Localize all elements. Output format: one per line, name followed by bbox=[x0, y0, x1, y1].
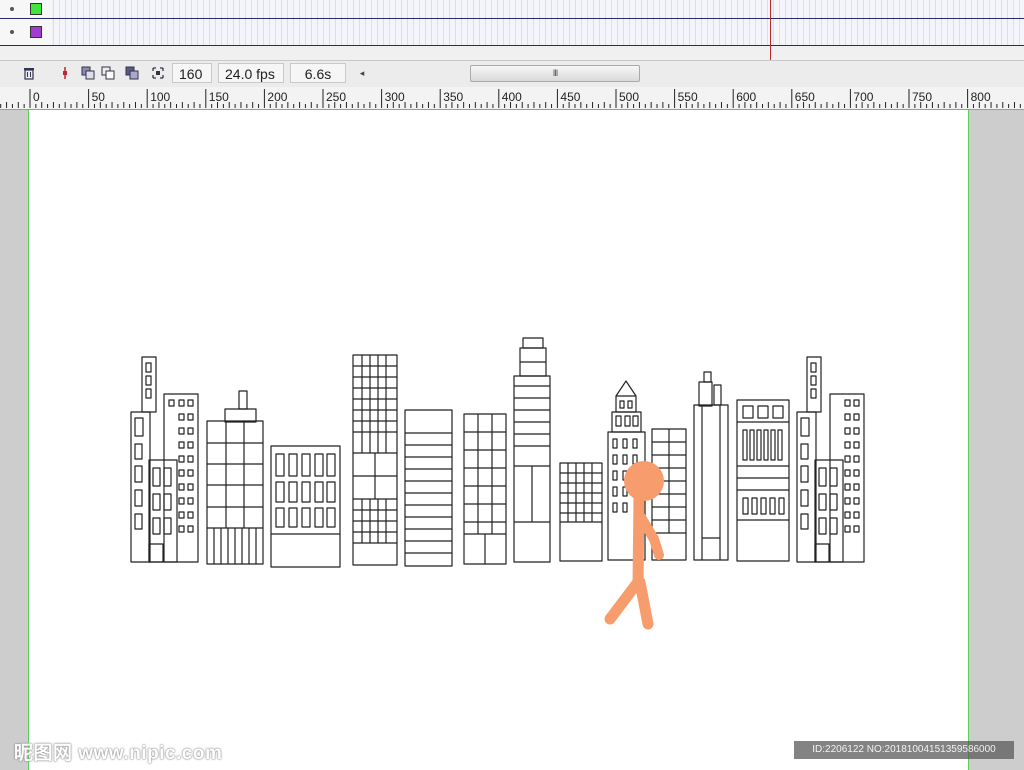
ruler-label: 600 bbox=[736, 90, 756, 104]
layer-controls bbox=[0, 19, 52, 45]
ruler-label: 450 bbox=[560, 90, 580, 104]
building-5 bbox=[404, 409, 453, 567]
ruler-label: 200 bbox=[267, 90, 287, 104]
timeline-horizontal-scrollbar[interactable]: ◂ III bbox=[355, 64, 1020, 82]
building-1 bbox=[130, 356, 199, 563]
building-6 bbox=[463, 413, 507, 565]
ruler-label: 100 bbox=[150, 90, 170, 104]
elapsed-time-field: 6.6s bbox=[290, 63, 346, 83]
ruler-label: 300 bbox=[385, 90, 405, 104]
frame-strip[interactable] bbox=[53, 0, 1024, 18]
center-frame-icon[interactable] bbox=[57, 65, 73, 81]
onion-skin-icon[interactable] bbox=[80, 65, 96, 81]
ruler-label: 250 bbox=[326, 90, 346, 104]
modify-onion-markers-icon[interactable] bbox=[150, 65, 166, 81]
watermark-logo: 昵图网 www.nipic.com bbox=[14, 743, 223, 764]
ruler-label: 750 bbox=[912, 90, 932, 104]
edit-multiple-frames-icon[interactable] bbox=[124, 65, 140, 81]
layer-color-swatch[interactable] bbox=[30, 3, 42, 15]
timeline-layer-row-2[interactable] bbox=[0, 19, 1024, 46]
scene-artwork bbox=[130, 337, 865, 630]
scroll-left-arrow-icon[interactable]: ◂ bbox=[355, 64, 369, 82]
building-2 bbox=[206, 390, 264, 565]
layer-color-swatch[interactable] bbox=[30, 26, 42, 38]
trash-icon[interactable] bbox=[21, 65, 37, 81]
image-id-label: ID:2206122 NO:20181004151359586000 bbox=[794, 741, 1014, 759]
building-7 bbox=[513, 337, 551, 563]
ruler-label: 650 bbox=[795, 90, 815, 104]
building-3 bbox=[270, 445, 341, 568]
ruler-label: 50 bbox=[92, 90, 106, 104]
ruler-label: 550 bbox=[678, 90, 698, 104]
building-11 bbox=[736, 399, 790, 562]
building-10 bbox=[693, 371, 729, 561]
ruler-label: 400 bbox=[502, 90, 522, 104]
building-12 bbox=[796, 356, 865, 563]
timeline-panel bbox=[0, 0, 1024, 62]
scrollbar-thumb[interactable]: III bbox=[470, 65, 640, 82]
timeline-layer-row-1[interactable] bbox=[0, 0, 1024, 19]
ruler-label: 700 bbox=[853, 90, 873, 104]
visibility-dot-icon[interactable] bbox=[10, 30, 14, 34]
visibility-dot-icon[interactable] bbox=[10, 7, 14, 11]
ruler-label: 800 bbox=[971, 90, 991, 104]
stick-figure bbox=[604, 461, 664, 630]
onion-skin-outlines-icon[interactable] bbox=[100, 65, 116, 81]
playhead[interactable] bbox=[770, 0, 771, 62]
horizontal-ruler: 0 50 100 150 200 250 300 350 400 450 500 550 600 650 7… bbox=[0, 87, 1024, 110]
building-4 bbox=[352, 354, 398, 566]
ruler-label: 500 bbox=[619, 90, 639, 104]
ruler-label: 0 bbox=[33, 90, 40, 104]
timeline-statusbar: 160 24.0 fps 6.6s ◂ III bbox=[0, 60, 1024, 88]
ruler-label: 350 bbox=[443, 90, 463, 104]
building-8 bbox=[559, 462, 603, 562]
ruler-label: 150 bbox=[209, 90, 229, 104]
stick-figure-leg bbox=[634, 576, 654, 630]
frame-strip[interactable] bbox=[53, 19, 1024, 45]
current-frame-field[interactable]: 160 bbox=[172, 63, 212, 83]
stick-figure-head bbox=[624, 461, 664, 501]
frame-rate-field[interactable]: 24.0 fps bbox=[218, 63, 284, 83]
stick-figure-leg bbox=[604, 576, 644, 625]
layer-controls bbox=[0, 0, 52, 18]
